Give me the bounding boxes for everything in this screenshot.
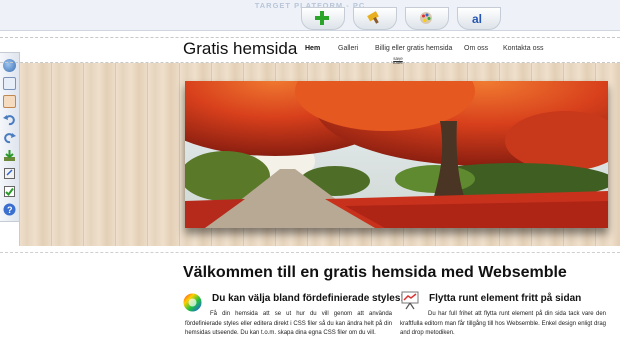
nav-item-kontakta-oss[interactable]: Kontakta oss xyxy=(503,45,543,52)
add-element-button[interactable] xyxy=(301,7,345,30)
presentation-board-icon xyxy=(401,291,419,310)
feature-move-elements-title[interactable]: Flytta runt element fritt på sidan xyxy=(429,293,581,304)
feature-move-elements-text[interactable]: Du har full frihet att flytta runt eleme… xyxy=(400,310,606,339)
download-icon[interactable] xyxy=(3,149,16,162)
editor-left-toolbar: ? xyxy=(0,52,20,222)
nav-item-galleri[interactable]: Galleri xyxy=(338,45,358,52)
add-icon xyxy=(315,11,329,25)
feature-styles-title[interactable]: Du kan välja bland fördefinierade styles… xyxy=(212,293,404,304)
palette-icon xyxy=(420,12,432,24)
text-style-button[interactable]: al xyxy=(457,7,501,30)
color-palette-button[interactable] xyxy=(405,7,449,30)
header-top-border xyxy=(0,37,620,38)
page-icon[interactable] xyxy=(3,77,16,90)
help-icon[interactable]: ? xyxy=(3,203,16,216)
feature-styles-text[interactable]: Få din hemsida att se ut hur du vill gen… xyxy=(185,310,392,339)
globe-icon[interactable] xyxy=(3,59,16,72)
check-icon[interactable] xyxy=(3,185,16,198)
text-style-icon: al xyxy=(472,12,482,25)
undo-icon[interactable] xyxy=(3,113,16,126)
content-separator xyxy=(0,252,620,253)
layout-icon[interactable] xyxy=(3,95,16,108)
nav-item-hem[interactable]: Hem xyxy=(305,45,320,52)
welcome-heading[interactable]: Välkommen till en gratis hemsida med Web… xyxy=(183,264,567,282)
crop-icon[interactable] xyxy=(3,167,16,180)
autumn-trees-banner-image xyxy=(185,81,608,228)
nav-tools-label[interactable]: tools xyxy=(393,60,403,65)
redo-icon[interactable] xyxy=(3,131,16,144)
style-brush-button[interactable] xyxy=(353,7,397,30)
nav-item-billig-eller-gratis-hemsida[interactable]: Billig eller gratis hemsida xyxy=(375,45,452,52)
svg-text:?: ? xyxy=(7,205,13,215)
svg-text:al: al xyxy=(472,12,482,25)
editor-top-toolbar: TARGET PLATFORM - PC al xyxy=(0,0,620,31)
nav-item-om-oss[interactable]: Om oss xyxy=(464,45,488,52)
site-logo[interactable]: Gratis hemsida xyxy=(183,39,297,59)
paint-brush-icon xyxy=(367,11,379,24)
